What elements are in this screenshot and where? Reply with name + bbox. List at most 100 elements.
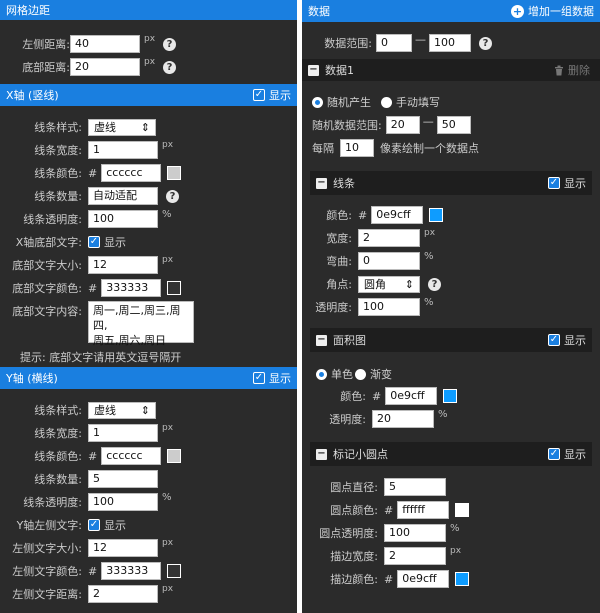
add-dataset-button[interactable]: + 增加一组数据 [511, 3, 594, 19]
stroke-color-input[interactable]: 0e9cff [397, 570, 450, 588]
x-font-color-row: 底部文字颜色: # 333333 [0, 278, 182, 298]
help-icon[interactable]: ? [163, 37, 177, 51]
line-curve-input[interactable]: 0 [358, 252, 420, 270]
y-opacity-input[interactable]: 100 [88, 493, 158, 511]
random-radio[interactable]: 随机产生 [312, 94, 371, 110]
y-color-input[interactable]: cccccc [101, 447, 162, 465]
line-color-swatch[interactable] [429, 208, 444, 222]
dot-diameter-input[interactable]: 5 [384, 478, 446, 496]
line-width-input[interactable]: 2 [358, 229, 420, 247]
dataset-title: 数据1 [325, 64, 354, 77]
x-content-textarea[interactable]: 周一,周二,周三,周四, 周五,周六,周日 [88, 301, 194, 347]
help-icon[interactable]: ? [163, 60, 177, 74]
left-distance-label: 左侧距离: [22, 38, 70, 51]
stroke-color-swatch[interactable] [455, 572, 470, 586]
bottom-distance-input[interactable]: 20 [70, 58, 140, 76]
x-width-input[interactable]: 1 [88, 141, 158, 159]
line-corner-select[interactable]: 圆角 ⇕ [358, 275, 420, 293]
y-count-input[interactable]: 5 [88, 470, 158, 488]
y-count-row: 线条数量: 5 [0, 469, 158, 489]
stroke-width-input[interactable]: 2 [384, 547, 446, 565]
area-show-toggle[interactable]: ✓ 显示 [548, 332, 586, 348]
area-color-input[interactable]: 0e9cff [385, 387, 438, 405]
line-color-input[interactable]: 0e9cff [371, 206, 424, 224]
x-axis-show-toggle[interactable]: ✓ 显示 [253, 87, 291, 103]
data-range-max-input[interactable]: 100 [429, 34, 471, 52]
x-axis-header[interactable]: X轴 (竖线) ✓ 显示 [0, 84, 297, 106]
bottom-distance-label: 底部距离: [22, 61, 70, 74]
dots-section-header[interactable]: − 标记小圆点 ✓ 显示 [310, 442, 592, 466]
y-width-row: 线条宽度: 1 px [34, 423, 174, 442]
x-color-row: 线条颜色: # cccccc [0, 163, 182, 183]
x-font-color-swatch[interactable] [167, 281, 182, 295]
collapse-icon[interactable]: − [308, 64, 319, 76]
y-font-color-swatch[interactable] [167, 564, 182, 578]
every-row: 每隔 10 像素绘制一个数据点 [312, 139, 479, 157]
checkbox-icon: ✓ [548, 334, 560, 346]
line-opacity-input[interactable]: 100 [358, 298, 420, 316]
x-opacity-input[interactable]: 100 [88, 210, 158, 228]
y-color-row: 线条颜色: # cccccc [0, 446, 182, 466]
line-show-toggle[interactable]: ✓ 显示 [548, 175, 586, 191]
px-unit: px [144, 34, 156, 44]
x-style-select[interactable]: 虚线 ⇕ [88, 118, 156, 136]
y-font-color-input[interactable]: 333333 [101, 562, 162, 580]
y-color-swatch[interactable] [167, 449, 182, 463]
single-color-radio[interactable]: 单色 [316, 366, 353, 382]
dataset-header[interactable]: − 数据1 删除 [302, 59, 600, 81]
x-count-row: 线条数量: 自动适配 ? [0, 186, 179, 206]
every-input[interactable]: 10 [340, 139, 374, 157]
collapse-icon[interactable]: − [316, 177, 327, 189]
random-max-input[interactable]: 50 [436, 116, 471, 134]
dot-color-swatch[interactable] [455, 503, 470, 517]
x-bottom-text-toggle[interactable]: ✓ 显示 [88, 234, 126, 250]
checkbox-icon: ✓ [88, 236, 100, 248]
y-style-select[interactable]: 虚线 ⇕ [88, 401, 156, 419]
data-title: 数据 [308, 5, 330, 18]
x-color-swatch[interactable] [167, 166, 182, 180]
dots-show-toggle[interactable]: ✓ 显示 [548, 446, 586, 462]
y-distance-input[interactable]: 2 [88, 585, 158, 603]
dot-opacity-row: 圆点透明度: 100 % [319, 523, 460, 542]
left-panel: 网格边距 左侧距离: 40 px ? 底部距离: 20 px ? X轴 (竖线)… [0, 0, 297, 613]
grid-margin-header[interactable]: 网格边距 [0, 0, 297, 20]
data-mode-row: 随机产生 手动填写 [312, 92, 440, 112]
collapse-icon[interactable]: − [316, 448, 327, 460]
dot-opacity-input[interactable]: 100 [384, 524, 446, 542]
area-section-header[interactable]: − 面积图 ✓ 显示 [310, 328, 592, 352]
x-color-input[interactable]: cccccc [101, 164, 162, 182]
x-font-color-input[interactable]: 333333 [101, 279, 162, 297]
x-count-input[interactable]: 自动适配 [88, 187, 158, 205]
x-font-size-input[interactable]: 12 [88, 256, 158, 274]
px-unit: px [144, 57, 156, 67]
x-font-size-row: 底部文字大小: 12 px [12, 255, 174, 274]
area-color-swatch[interactable] [443, 389, 458, 403]
random-min-input[interactable]: 20 [385, 116, 420, 134]
y-axis-header[interactable]: Y轴 (横线) ✓ 显示 [0, 367, 297, 389]
x-opacity-row: 线条透明度: 100 % [23, 209, 172, 228]
x-axis-title: X轴 (竖线) [6, 89, 59, 102]
data-header[interactable]: 数据 + 增加一组数据 [302, 0, 600, 22]
delete-dataset-button[interactable]: 删除 [554, 62, 590, 78]
y-width-input[interactable]: 1 [88, 424, 158, 442]
dot-diameter-row: 圆点直径: 5 [302, 477, 446, 497]
manual-radio[interactable]: 手动填写 [381, 94, 440, 110]
collapse-icon[interactable]: − [316, 334, 327, 346]
x-style-row: 线条样式: 虚线 ⇕ [0, 117, 156, 137]
help-icon[interactable]: ? [479, 36, 492, 50]
data-range-min-input[interactable]: 0 [376, 34, 412, 52]
y-left-text-toggle[interactable]: ✓ 显示 [88, 517, 126, 533]
dot-color-input[interactable]: ffffff [397, 501, 450, 519]
radio-selected-icon [312, 96, 323, 108]
bottom-distance-row: 底部距离: 20 px ? [0, 57, 177, 77]
area-color-row: 颜色: # 0e9cff [302, 386, 458, 406]
left-distance-input[interactable]: 40 [70, 35, 140, 53]
help-icon[interactable]: ? [428, 277, 441, 291]
line-section-header[interactable]: − 线条 ✓ 显示 [310, 171, 592, 195]
area-opacity-input[interactable]: 20 [372, 410, 434, 428]
x-bottom-text-row: X轴底部文字: ✓ 显示 [15, 234, 126, 250]
help-icon[interactable]: ? [166, 189, 179, 203]
y-font-size-input[interactable]: 12 [88, 539, 158, 557]
y-axis-show-toggle[interactable]: ✓ 显示 [253, 370, 291, 386]
gradient-radio[interactable]: 渐变 [355, 366, 392, 382]
